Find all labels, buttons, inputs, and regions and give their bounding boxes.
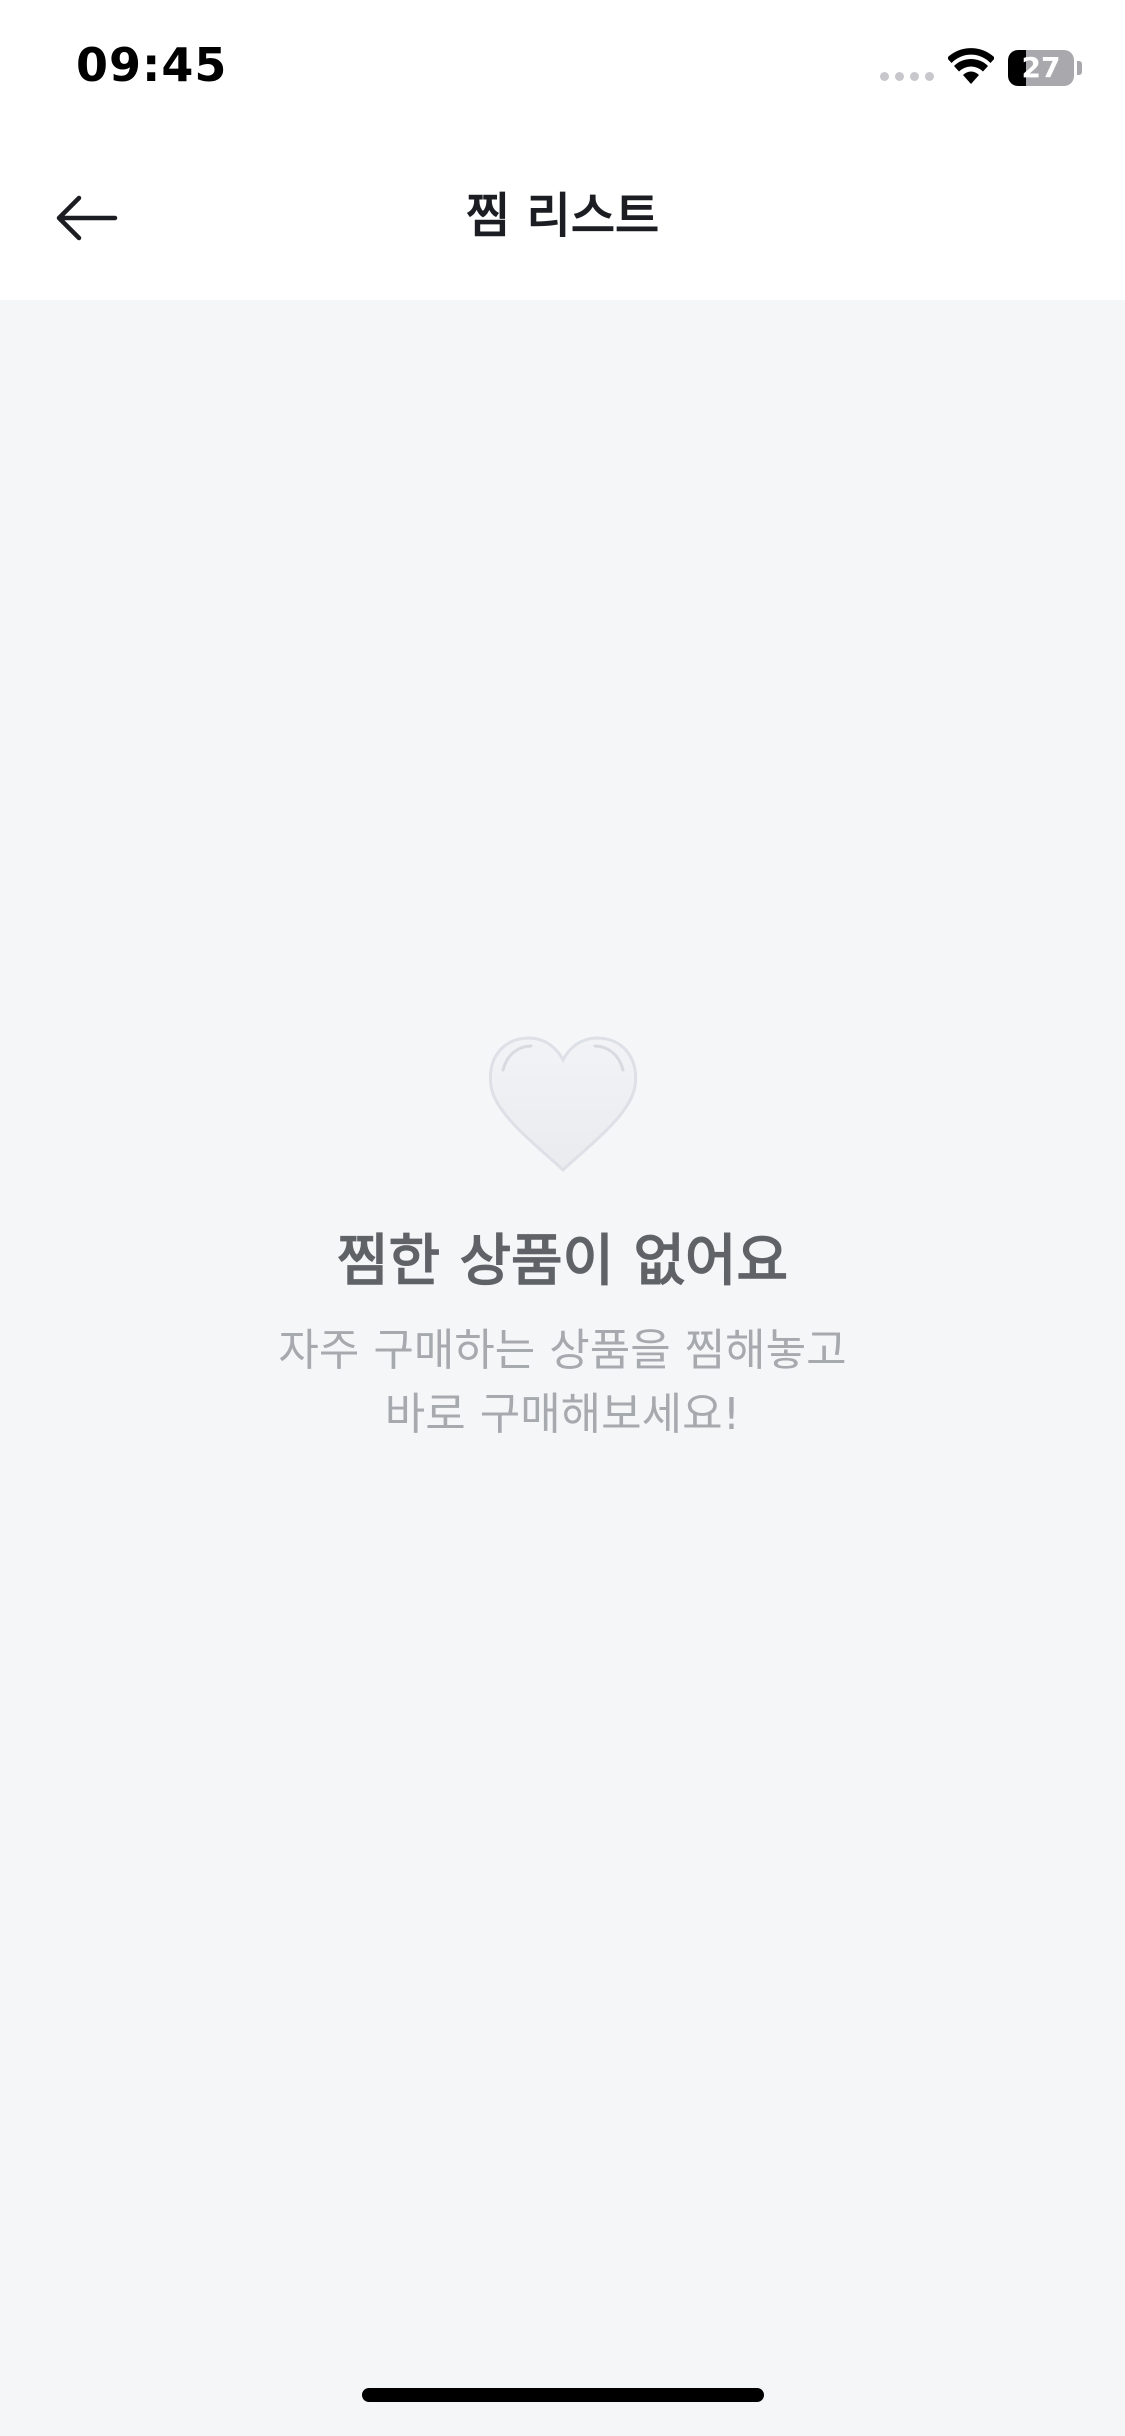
empty-description-line2: 바로 구매해보세요! bbox=[384, 1389, 741, 1441]
empty-description-line1: 자주 구매하는 상품을 찜해놓고 bbox=[278, 1325, 847, 1377]
arrow-left-icon bbox=[56, 195, 118, 241]
status-time: 09:45 bbox=[76, 38, 228, 92]
back-button[interactable] bbox=[40, 176, 132, 260]
battery-cap bbox=[1077, 61, 1082, 75]
battery-icon: 27 bbox=[1008, 50, 1074, 86]
heart-icon bbox=[488, 1036, 637, 1173]
page-title: 찜 리스트 bbox=[465, 188, 660, 244]
battery-level: 27 bbox=[1021, 51, 1061, 84]
home-indicator[interactable] bbox=[362, 2388, 764, 2402]
empty-title: 찜한 상품이 없어요 bbox=[336, 1229, 789, 1294]
empty-description: 자주 구매하는 상품을 찜해놓고 바로 구매해보세요! bbox=[0, 1319, 1125, 1447]
cellular-signal-icon bbox=[880, 72, 934, 81]
empty-state: 찜한 상품이 없어요 자주 구매하는 상품을 찜해놓고 바로 구매해보세요! bbox=[0, 1030, 1125, 1447]
header: 찜 리스트 bbox=[0, 132, 1125, 300]
status-bar: 09:45 27 bbox=[0, 0, 1125, 132]
wishlist-screen: 09:45 27 찜 리스트 찜한 상품이 없어요 자주 구매하는 상품을 찜해… bbox=[0, 0, 1125, 2436]
wifi-icon bbox=[948, 48, 994, 84]
